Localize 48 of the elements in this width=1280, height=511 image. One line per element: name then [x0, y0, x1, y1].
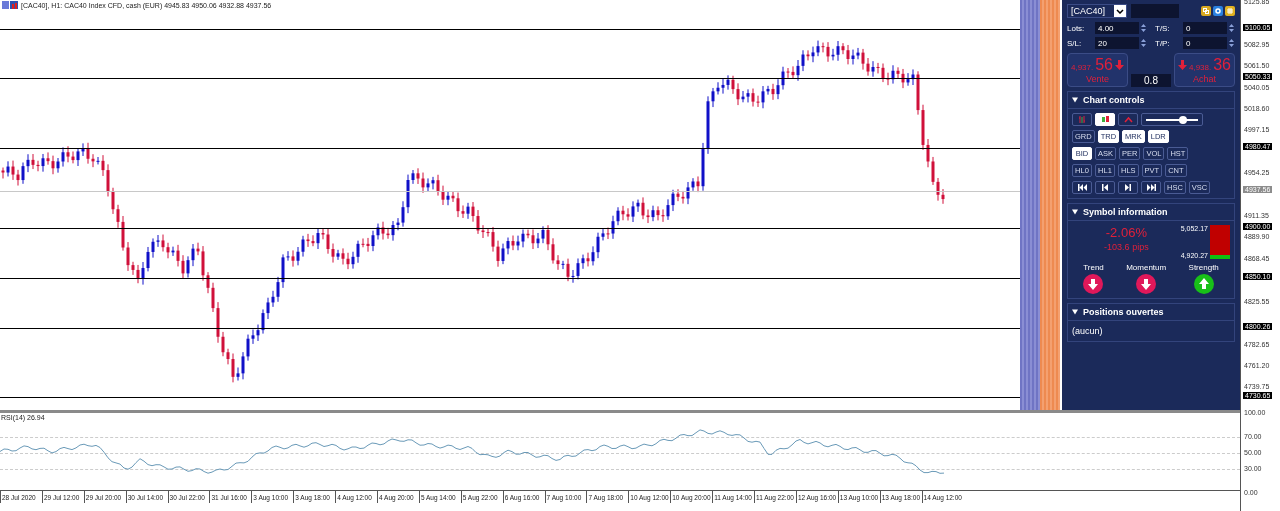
candles-icon: [1100, 115, 1110, 124]
skip-forward-icon: [1146, 184, 1156, 191]
number-field[interactable]: 4.00: [1095, 22, 1139, 34]
empty-positions-text: (aucun): [1072, 325, 1104, 337]
section-title[interactable]: Symbol information: [1083, 207, 1168, 217]
spinner-arrows-icon[interactable]: [1229, 23, 1234, 33]
caret-up-icon: [1123, 116, 1133, 123]
spinner-arrows-icon[interactable]: [1229, 38, 1234, 48]
settings-icon[interactable]: [1213, 6, 1223, 16]
section-title[interactable]: Positions ouvertes: [1083, 307, 1164, 317]
collapse-triangle-icon[interactable]: [1072, 309, 1078, 315]
field-label: T/P:: [1155, 38, 1171, 48]
down-arrow-icon: [1115, 60, 1124, 70]
step-back-icon: [1102, 184, 1108, 191]
slider-thumb[interactable]: [1179, 116, 1188, 124]
field-label: Lots:: [1067, 23, 1086, 33]
spinner-arrows-icon[interactable]: [1141, 23, 1146, 33]
collapse-triangle-icon[interactable]: [1072, 209, 1078, 215]
number-field[interactable]: 0: [1183, 22, 1227, 34]
indicator-label: Momentum: [1126, 263, 1167, 272]
indicator-label: Trend: [1083, 263, 1104, 272]
skip-back-icon: [1077, 184, 1087, 191]
indicator-label: Strength: [1188, 263, 1219, 272]
navigation-button[interactable]: [1072, 181, 1092, 194]
chart-window-icon: [2, 1, 18, 9]
number-field[interactable]: 0: [1183, 37, 1227, 49]
symbol-select[interactable]: [CAC40]: [1067, 4, 1127, 18]
down-arrow-icon: [1177, 60, 1187, 70]
grid-icon[interactable]: [1225, 6, 1235, 16]
chart-type-button[interactable]: [1118, 113, 1138, 126]
zoom-slider[interactable]: [1141, 113, 1203, 126]
collapse-triangle-icon[interactable]: [1072, 97, 1078, 103]
navigation-button[interactable]: [1141, 181, 1161, 194]
change-pips: -103.6 pips: [1104, 242, 1149, 252]
change-percent: -2.06%: [1105, 225, 1147, 240]
section-title[interactable]: Chart controls: [1083, 95, 1145, 105]
bar-chart-icon: [1077, 115, 1087, 124]
navigation-button[interactable]: [1118, 181, 1138, 194]
chevron-down-icon: [1116, 8, 1124, 14]
number-field[interactable]: 20: [1095, 37, 1139, 49]
field-label: S/L:: [1067, 38, 1083, 48]
spinner-arrows-icon[interactable]: [1141, 38, 1146, 48]
input-field[interactable]: [1131, 4, 1179, 18]
link-icon[interactable]: [1201, 6, 1211, 16]
step-forward-icon: [1125, 184, 1131, 191]
field-label: T/S:: [1155, 23, 1171, 33]
spread-value: 0.8: [1131, 74, 1171, 87]
navigation-button[interactable]: [1095, 181, 1115, 194]
